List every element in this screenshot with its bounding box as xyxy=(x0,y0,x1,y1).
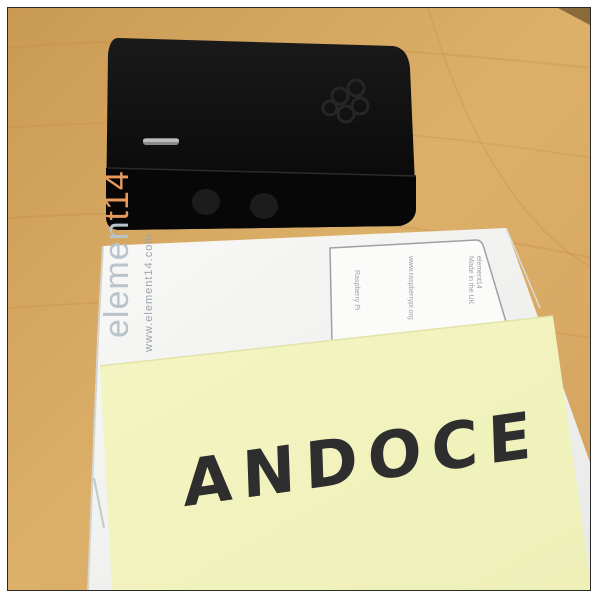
card-made: Made in the UK xyxy=(467,256,474,305)
card-label: Raspberry Pi xyxy=(353,270,360,311)
element14-url: www.element14.com xyxy=(143,233,155,353)
card-brand: element14 xyxy=(475,256,482,289)
element14-brand-text: element14 xyxy=(98,170,136,338)
card-url: www.raspberrypi.org xyxy=(407,256,414,320)
black-case-device xyxy=(106,38,417,230)
photo-frame: element14 www.element14.com Raspberry Pi… xyxy=(7,7,591,591)
